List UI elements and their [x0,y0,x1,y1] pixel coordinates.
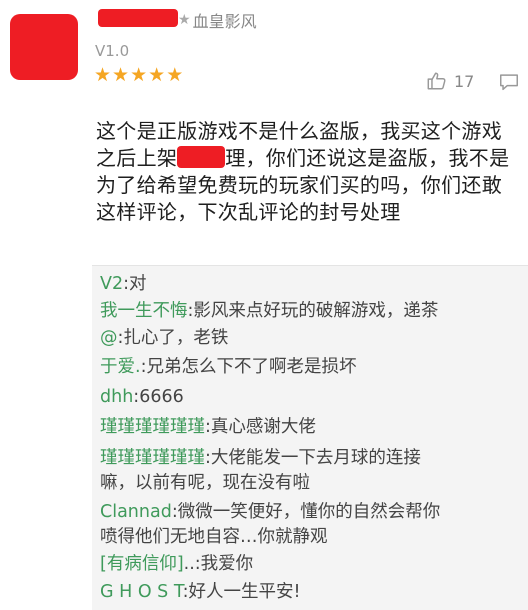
reply-item[interactable]: 我一生不悔:影风来点好玩的破解游戏，递茶 [100,299,520,324]
reply-username[interactable]: V2 [100,274,123,294]
reply-username[interactable]: 瑾瑾瑾瑾瑾瑾 [100,448,205,468]
reply-item[interactable]: 瑾瑾瑾瑾瑾瑾:真心感谢大佬 [100,415,520,440]
reply-item[interactable]: 于爱.:兄弟怎么下不了啊老是损坏 [100,355,520,380]
reply-text: :大佬能发一下去月球的连接 [205,448,421,468]
reply-text-line2: 嘛，以前有呢，现在没有啦 [100,473,310,493]
reply-text: :微微一笑便好，懂你的自然会帮你 [171,502,441,522]
reply-list: V2:对 我一生不悔:影风来点好玩的破解游戏，递茶 @:扎心了，老铁 于爱.:兄… [92,265,528,610]
review-body: 这个是正版游戏不是什么盗版，我买这个游戏之后上架 理，你们还说这是盗版，我不是为了… [96,118,516,226]
star-icon: ★ [94,64,112,86]
like-count: 17 [454,71,475,91]
reply-username[interactable]: dhh [100,387,133,407]
reply-item[interactable]: dhh:6666 [100,385,520,410]
small-star-icon: ★ [178,12,191,28]
reply-username[interactable]: Clannad [100,502,172,522]
reply-item[interactable]: G H O S T:好人一生平安! [100,580,520,605]
reply-text: :兄弟怎么下不了啊老是损坏 [140,357,357,377]
reply-text-line2: 喷得他们无地自容…你就静观 [100,527,328,547]
like-button[interactable]: 17 [426,70,474,92]
star-icon: ★ [166,64,184,86]
reply-username[interactable]: 瑾瑾瑾瑾瑾瑾 [100,417,205,437]
thumbs-up-icon [427,72,446,90]
reply-item[interactable]: Clannad:微微一笑便好，懂你的自然会帮你喷得他们无地自容…你就静观 [100,500,520,550]
reply-item[interactable]: [有病信仰]..:我爱你 [100,552,520,577]
username-suffix-text: 血皇影风 [192,12,257,31]
reply-item[interactable]: V2:对 [100,272,520,297]
reply-text: :扎心了，老铁 [117,328,229,348]
username-suffix[interactable]: ★ 血皇影风 [178,8,257,32]
comment-icon[interactable] [498,71,520,93]
rating-stars: ★ ★ ★ ★ ★ [94,66,183,85]
reply-username[interactable]: @ [100,328,118,348]
reply-item[interactable]: @:扎心了，老铁 [100,326,520,351]
star-icon: ★ [148,64,166,86]
reply-text: :对 [123,274,147,294]
reply-text: ..:我爱你 [183,554,254,574]
reply-username[interactable]: 我一生不悔 [100,301,188,321]
reply-text: :影风来点好玩的破解游戏，递茶 [187,301,439,321]
star-icon: ★ [112,64,130,86]
reply-item[interactable]: 瑾瑾瑾瑾瑾瑾:大佬能发一下去月球的连接嘛，以前有呢，现在没有啦 [100,446,520,496]
reply-username[interactable]: 于爱. [100,357,141,377]
avatar[interactable] [10,14,78,80]
username-redaction [98,9,178,27]
reply-username[interactable]: G H O S T [100,582,183,602]
star-icon: ★ [130,64,148,86]
reply-username[interactable]: [有病信仰] [100,554,184,574]
reply-text: :好人一生平安! [182,582,301,602]
inline-redaction [177,146,226,168]
reply-text: :真心感谢大佬 [205,417,316,437]
app-version: V1.0 [95,42,130,60]
reply-text: :6666 [133,387,184,407]
